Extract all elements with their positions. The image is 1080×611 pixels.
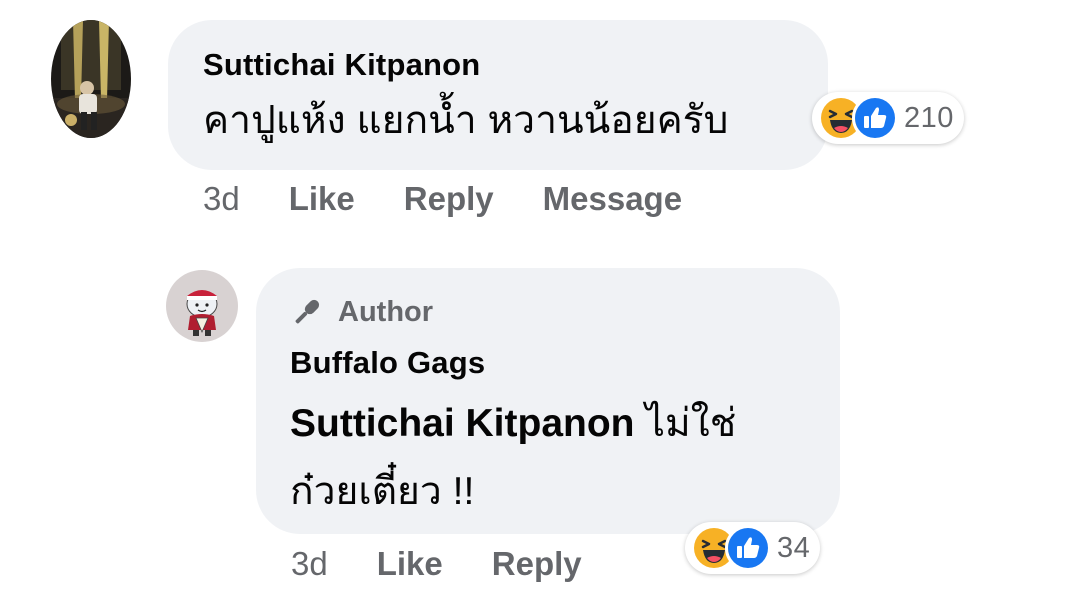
commenter-avatar[interactable] [51,20,131,138]
comment-reactions[interactable]: 210 [812,92,964,144]
like-button[interactable]: Like [377,545,443,583]
reply-timestamp[interactable]: 3d [291,545,328,583]
reply-button[interactable]: Reply [492,545,582,583]
like-icon [852,95,898,141]
reply-button[interactable]: Reply [404,180,494,218]
like-icon [725,525,771,571]
avatar-cartoon [166,270,238,342]
mention-link[interactable]: Suttichai Kitpanon [290,402,635,445]
like-button[interactable]: Like [289,180,355,218]
reaction-count: 210 [904,101,954,134]
reaction-count: 34 [777,531,811,564]
reply-text: Suttichai Kitpanon ไม่ใช่ ก๋วยเตี๋ยว !! [290,390,806,526]
avatar-photo [51,20,131,138]
comment-author-name[interactable]: Suttichai Kitpanon [203,46,794,84]
reply-reactions[interactable]: 34 [685,522,821,574]
reply-author-name[interactable]: Buffalo Gags [290,344,806,382]
reply-actions: 3d Like Reply [291,545,631,583]
comment-actions: 3d Like Reply Message [203,180,731,218]
comment-text: คาปูแห้ง แยกน้ำ หวานน้อยครับ [203,99,729,142]
microphone-icon [295,299,320,324]
message-button[interactable]: Message [543,180,682,218]
comment-timestamp[interactable]: 3d [203,180,240,218]
comment-bubble: Suttichai Kitpanon คาปูแห้ง แยกน้ำ หวานน… [168,20,828,170]
author-badge-label: Author [338,295,434,328]
author-badge: Author [290,294,806,330]
page-avatar[interactable] [166,270,238,342]
reply-bubble: Author Buffalo Gags Suttichai Kitpanon ไ… [256,268,840,534]
